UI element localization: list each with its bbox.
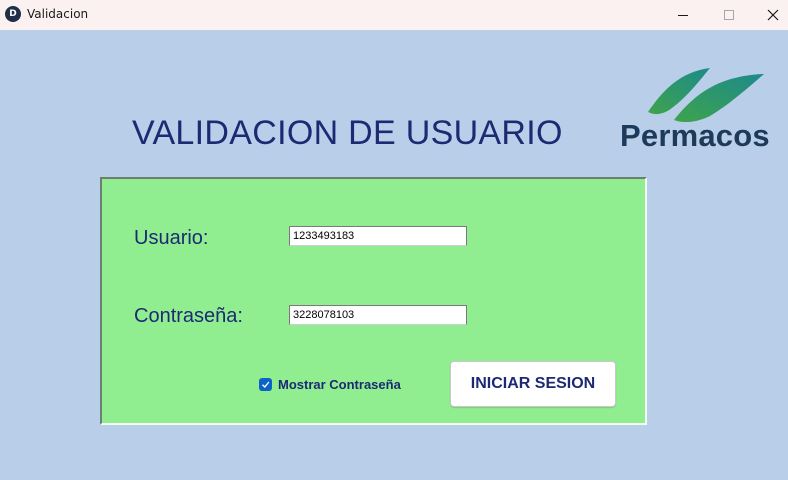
page-title: VALIDACION DE USUARIO [132, 114, 563, 152]
show-password-checkbox[interactable] [259, 378, 272, 391]
maximize-button[interactable] [706, 0, 752, 30]
show-password-label: Mostrar Contraseña [278, 377, 401, 392]
checkmark-icon [262, 381, 270, 389]
minimize-button[interactable] [660, 0, 706, 30]
login-button[interactable]: INICIAR SESION [450, 361, 616, 407]
password-input[interactable] [289, 305, 467, 325]
close-button[interactable] [750, 0, 788, 30]
user-input[interactable] [289, 226, 467, 246]
password-label: Contraseña: [134, 305, 243, 327]
window-title: Validacion [27, 7, 89, 21]
company-logo: Permacos [618, 62, 786, 158]
wave-logo-icon [648, 68, 764, 123]
logo-wordmark: Permacos [620, 118, 770, 153]
user-label: Usuario: [134, 227, 209, 249]
minimize-icon [678, 15, 688, 16]
app-icon: D [5, 6, 21, 22]
show-password-toggle[interactable]: Mostrar Contraseña [259, 377, 401, 392]
login-panel: Usuario: Contraseña: Mostrar Contraseña … [100, 177, 647, 425]
maximize-icon [724, 10, 734, 20]
close-icon [767, 9, 779, 21]
title-bar: D Validacion [0, 0, 788, 30]
